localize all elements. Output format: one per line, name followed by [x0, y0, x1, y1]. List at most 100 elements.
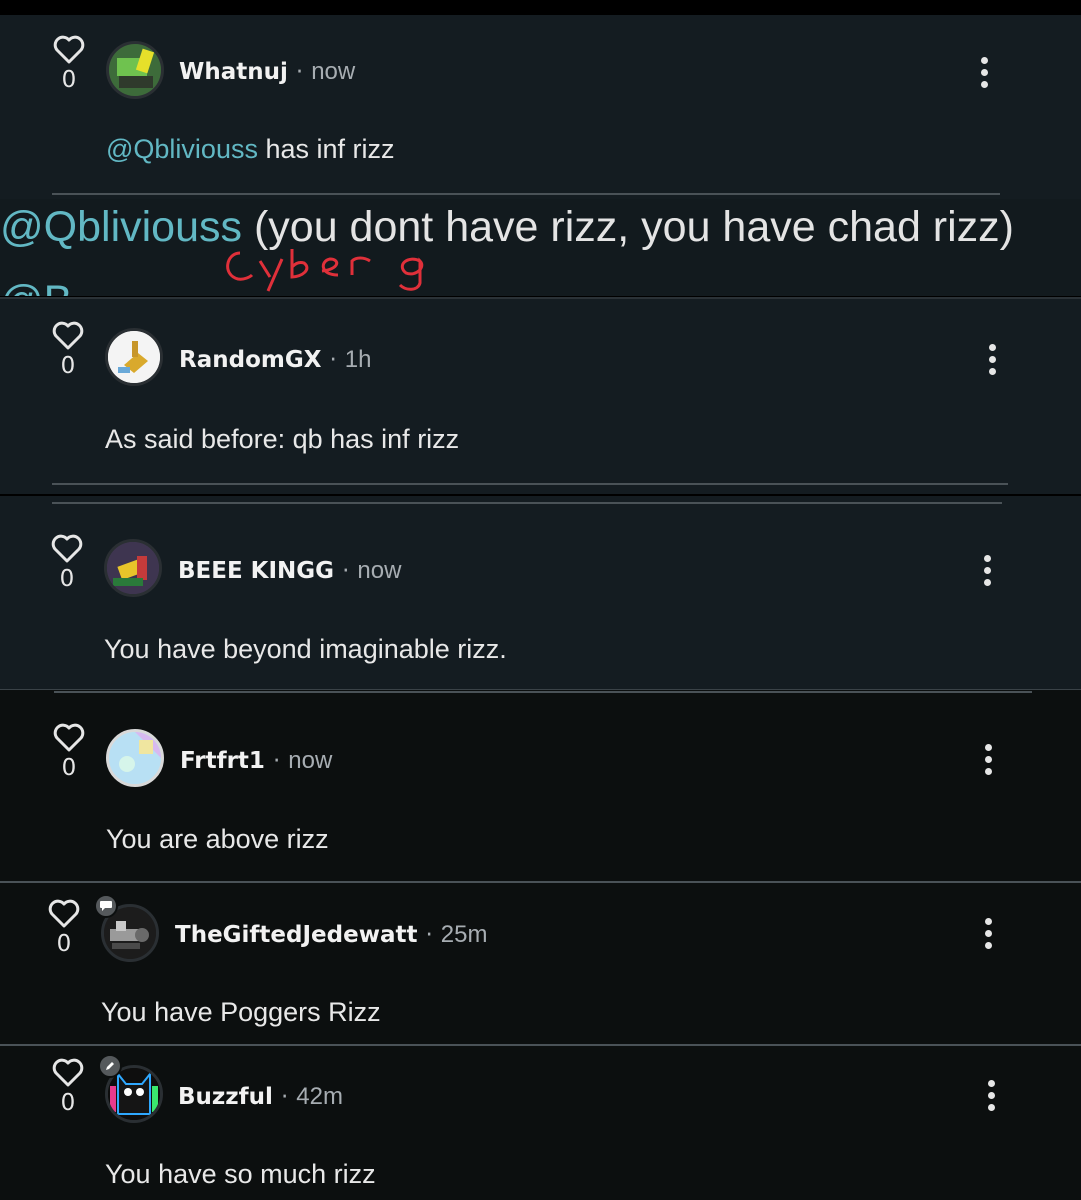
dot-icon: [984, 930, 992, 937]
dot-icon: [983, 567, 991, 574]
dot-icon: [988, 368, 996, 375]
separator-dot: ·: [342, 558, 350, 584]
dot-icon: [983, 579, 991, 586]
separator-dot: ·: [329, 347, 337, 373]
badge: [94, 894, 118, 918]
comment-text: As said before: qb has inf rizz: [105, 424, 460, 454]
like-count: 0: [61, 755, 77, 781]
dot-icon: [987, 1092, 995, 1099]
like-button[interactable]: 0: [47, 534, 87, 592]
more-options-button[interactable]: [981, 1080, 1001, 1116]
comment-text: You have so much rizz: [105, 1159, 376, 1189]
comment-card: 0 Frtfrt1 · now You are above rizz: [0, 689, 1081, 883]
divider: [54, 691, 1032, 693]
comment-card: 0 TheGiftedJedewatt · 25m You have Poggers…: [0, 883, 1081, 1046]
like-count: 0: [56, 931, 72, 957]
dot-icon: [984, 768, 992, 775]
comment-card: 0 Whatnuj · now @Qbliviouss has inf rizz: [0, 15, 1081, 199]
timestamp: now: [311, 58, 356, 85]
timestamp: 25m: [440, 921, 488, 948]
separator-dot: ·: [425, 922, 433, 948]
username[interactable]: Whatnuj: [179, 59, 288, 85]
heart-icon: [53, 723, 85, 752]
more-options-button[interactable]: [977, 555, 997, 591]
more-options-button[interactable]: [974, 57, 994, 93]
comment-meta: RandomGX · 1h: [179, 346, 371, 374]
avatar[interactable]: [106, 41, 164, 99]
like-button[interactable]: 0: [48, 321, 88, 379]
avatar[interactable]: [104, 539, 162, 597]
separator-dot: ·: [295, 59, 304, 85]
green-robot-avatar: [109, 44, 161, 96]
dot-icon: [984, 744, 992, 751]
comment-card: 0 Buzzful · 42m You have so much rizz: [0, 1046, 1081, 1200]
dot-icon: [988, 356, 996, 363]
user-mention[interactable]: @Qbliviouss: [106, 134, 258, 164]
like-count: 0: [60, 1090, 76, 1116]
like-count: 0: [59, 566, 75, 592]
dot-icon: [984, 942, 992, 949]
heart-icon: [52, 1058, 84, 1087]
comment-meta: Frtfrt1 · now: [180, 747, 332, 775]
comment-text: @Qbliviouss has inf rizz: [106, 134, 395, 164]
comment-card: 0 BEEE KINGG · now You have beyond imagina…: [0, 496, 1081, 689]
divider: [52, 502, 1002, 504]
gold-block-avatar: [108, 331, 160, 383]
comment-meta: BEEE KINGG · now: [178, 557, 401, 585]
more-options-button[interactable]: [982, 344, 1002, 380]
top-bar: [0, 0, 1081, 15]
timestamp: 1h: [344, 346, 372, 373]
username[interactable]: RandomGX: [179, 347, 321, 373]
more-options-button[interactable]: [978, 744, 998, 780]
comment-card: 0 RandomGX · 1h As said before: qb has inf…: [0, 297, 1081, 494]
timestamp: now: [288, 747, 333, 774]
username[interactable]: Frtfrt1: [180, 748, 265, 774]
timestamp: now: [357, 557, 402, 584]
like-button[interactable]: 0: [48, 1058, 88, 1116]
like-button[interactable]: 0: [49, 723, 89, 781]
divider: [52, 483, 1008, 485]
separator-dot: ·: [272, 748, 281, 774]
comment-meta: TheGiftedJedewatt · 25m: [175, 921, 487, 949]
dot-icon: [987, 1104, 995, 1111]
heart-icon: [52, 321, 84, 350]
pencil-icon: [106, 1062, 114, 1070]
username[interactable]: Buzzful: [178, 1084, 273, 1110]
dot-icon: [984, 756, 992, 763]
overlay-strip: @Qbliviouss (you dont have rizz, you hav…: [0, 199, 1081, 296]
overlay-clipped-text: @B__ ___ __ _____ _ _____ _____ ___: [0, 277, 778, 296]
more-options-button[interactable]: [978, 918, 998, 954]
dot-icon: [988, 344, 996, 351]
like-count: 0: [61, 67, 77, 93]
username[interactable]: BEEE KINGG: [178, 558, 334, 584]
comment-text: You have Poggers Rizz: [101, 997, 381, 1027]
dot-icon: [987, 1080, 995, 1087]
user-mention[interactable]: @Qbliviouss: [0, 203, 242, 251]
chat-bubble-icon: [100, 901, 112, 911]
dot-icon: [980, 69, 988, 76]
dot-icon: [980, 81, 988, 88]
dot-icon: [983, 555, 991, 562]
like-button[interactable]: 0: [49, 35, 89, 93]
like-count: 0: [60, 353, 76, 379]
bee-avatar: [107, 542, 159, 594]
dot-icon: [984, 918, 992, 925]
badge: [98, 1054, 122, 1078]
divider: [52, 193, 1000, 195]
avatar[interactable]: [105, 328, 163, 386]
comment-meta: Whatnuj · now: [179, 58, 355, 86]
username[interactable]: TheGiftedJedewatt: [175, 922, 417, 948]
heart-icon: [48, 899, 80, 928]
pastel-avatar: [109, 732, 161, 784]
dot-icon: [980, 57, 988, 64]
heart-icon: [53, 35, 85, 64]
comment-text: You are above rizz: [106, 824, 329, 854]
separator-dot: ·: [280, 1084, 289, 1110]
avatar[interactable]: [106, 729, 164, 787]
like-button[interactable]: 0: [44, 899, 84, 957]
heart-icon: [51, 534, 83, 563]
timestamp: 42m: [296, 1083, 343, 1110]
comment-meta: Buzzful · 42m: [178, 1083, 343, 1111]
comment-text: You have beyond imaginable rizz.: [104, 634, 507, 664]
overlay-comment-text: @Qbliviouss (you dont have rizz, you hav…: [0, 203, 1014, 251]
